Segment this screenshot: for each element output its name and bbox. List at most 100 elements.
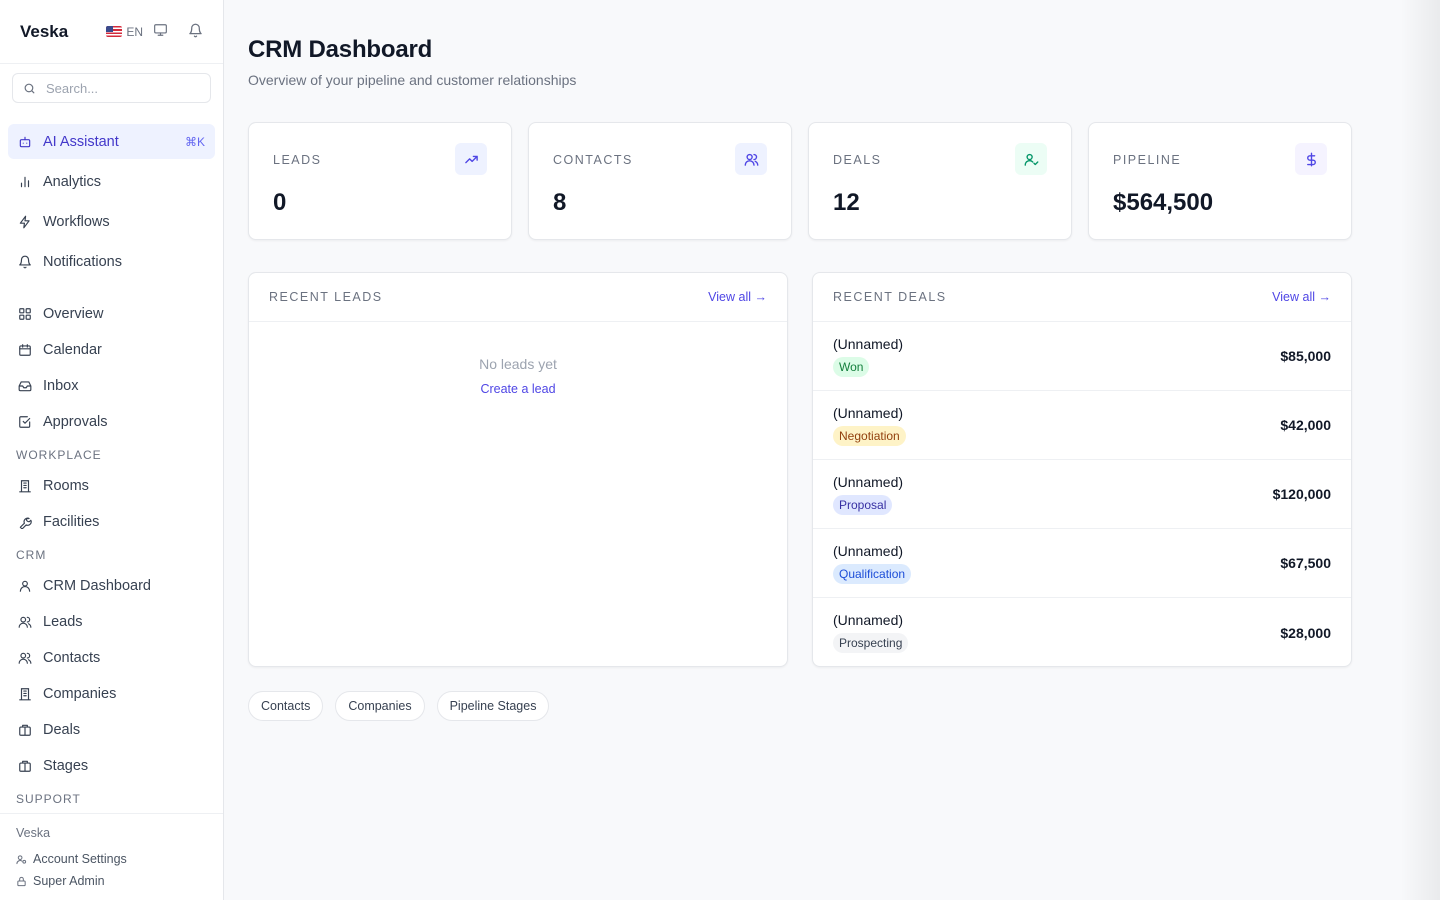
stat-card-leads[interactable]: LEADS 0: [248, 122, 512, 240]
view-all-leads-link[interactable]: View all →: [708, 290, 767, 304]
sidebar-item-workflows[interactable]: Workflows: [8, 204, 215, 239]
sidebar-item-label: Analytics: [43, 173, 102, 190]
bar-chart-icon: [20, 176, 30, 187]
search-input[interactable]: Search...: [12, 73, 211, 103]
stat-card-contacts[interactable]: CONTACTS 8: [528, 122, 792, 240]
sidebar-header: Veska EN: [0, 0, 223, 64]
deal-name: (Unnamed): [833, 612, 904, 628]
sidebar-item-label: Facilities: [43, 514, 100, 530]
stat-card-deals[interactable]: DEALS 12: [808, 122, 1072, 240]
sidebar-item-label: Leads: [43, 614, 83, 630]
view-all-deals-link[interactable]: View all →: [1272, 290, 1331, 304]
stage-badge: Qualification: [833, 563, 912, 584]
zap-icon: [19, 215, 30, 228]
sidebar-item-label: Notifications: [43, 253, 122, 270]
sidebar-item-facilities[interactable]: Facilities: [8, 504, 215, 540]
user-check-icon: [1015, 143, 1047, 175]
section-label-workplace: WORKPLACE: [16, 448, 102, 462]
deal-amount: $120,000: [1272, 486, 1331, 502]
panel-title: RECENT LEADS: [269, 290, 383, 304]
stat-value: 8: [553, 189, 567, 216]
sidebar-item-notifications[interactable]: Notifications: [8, 244, 215, 279]
users-icon: [735, 143, 767, 175]
stat-value: 12: [833, 189, 860, 216]
panel-header: RECENT DEALS View all →: [813, 273, 1351, 322]
sidebar-item-label: Deals: [43, 722, 81, 738]
create-lead-link[interactable]: Create a lead: [249, 382, 787, 396]
quick-links: Contacts Companies Pipeline Stages: [248, 691, 1352, 721]
bell-icon[interactable]: [188, 23, 203, 41]
sidebar-item-overview[interactable]: Overview: [8, 296, 215, 332]
app-logo[interactable]: Veska: [20, 22, 68, 42]
stat-card-pipeline[interactable]: PIPELINE $564,500: [1088, 122, 1352, 240]
deal-name: (Unnamed): [833, 473, 904, 490]
recent-deals-panel: RECENT DEALS View all → (Unnamed) Won $8…: [812, 272, 1352, 667]
users-icon: [18, 652, 32, 664]
sidebar-item-label: Overview: [43, 306, 104, 322]
sidebar-item-leads[interactable]: Leads: [8, 604, 215, 640]
sidebar-item-label: Stages: [43, 758, 89, 774]
shortcut-hint: ⌘K: [184, 134, 205, 149]
sidebar-item-analytics[interactable]: Analytics: [8, 164, 215, 199]
deal-name: (Unnamed): [833, 335, 904, 352]
check-square-icon: [19, 416, 31, 428]
calendar-icon: [19, 344, 31, 356]
sidebar-item-contacts[interactable]: Contacts: [8, 640, 215, 676]
panels-row: RECENT LEADS View all → No leads yet Cre…: [248, 272, 1352, 667]
monitor-icon[interactable]: [153, 23, 168, 40]
deal-amount: $67,500: [1280, 555, 1331, 571]
briefcase-icon: [19, 760, 31, 772]
sidebar-item-companies[interactable]: Companies: [8, 676, 215, 712]
user-icon: [19, 580, 31, 592]
panel-title: RECENT DEALS: [833, 290, 947, 304]
sidebar-item-deals[interactable]: Deals: [8, 712, 215, 748]
section-label-support: SUPPORT: [16, 792, 81, 806]
sidebar-item-label: Rooms: [43, 478, 89, 494]
deal-amount: $28,000: [1280, 624, 1331, 641]
sidebar-nav: AI Assistant ⌘K Analytics Workflows Noti…: [0, 116, 223, 813]
inbox-icon: [18, 381, 32, 392]
sidebar-item-label: CRM Dashboard: [43, 578, 151, 594]
us-flag-icon: [106, 26, 123, 37]
account-settings-label: Account Settings: [33, 852, 127, 866]
sidebar-item-ai-assistant[interactable]: AI Assistant ⌘K: [8, 124, 215, 159]
stage-badge: Won: [833, 356, 870, 377]
sidebar-item-calendar[interactable]: Calendar: [8, 332, 215, 368]
deal-row[interactable]: (Unnamed) Won $85,000: [813, 322, 1351, 391]
search-icon: [24, 83, 35, 93]
sidebar: Veska EN Search... AI Assistant ⌘K Analy…: [0, 0, 224, 900]
sidebar-footer: Veska Account Settings Super Admin: [0, 813, 223, 900]
trending-up-icon: [455, 143, 487, 175]
deal-row[interactable]: (Unnamed) Prospecting $28,000: [813, 598, 1351, 666]
quick-link-companies[interactable]: Companies: [335, 691, 425, 721]
sidebar-item-label: Companies: [43, 686, 117, 702]
sidebar-item-label: AI Assistant: [43, 133, 119, 150]
sidebar-item-approvals[interactable]: Approvals: [8, 404, 215, 440]
quick-link-pipeline-stages[interactable]: Pipeline Stages: [436, 691, 550, 721]
deal-name: (Unnamed): [833, 542, 904, 559]
briefcase-icon: [19, 724, 31, 736]
user-role: Super Admin: [16, 870, 207, 892]
deal-row[interactable]: (Unnamed) Negotiation $42,000: [813, 391, 1351, 460]
empty-state-text: No leads yet: [479, 356, 557, 372]
org-name: Veska: [16, 826, 51, 840]
users-icon: [18, 616, 32, 628]
sidebar-item-crm-dashboard[interactable]: CRM Dashboard: [8, 568, 215, 604]
bot-icon: [19, 136, 31, 147]
sidebar-item-rooms[interactable]: Rooms: [8, 468, 215, 504]
quick-link-contacts[interactable]: Contacts: [248, 691, 324, 721]
language-label: EN: [126, 24, 143, 39]
grid-icon: [19, 308, 31, 320]
deal-row[interactable]: (Unnamed) Proposal $120,000: [813, 460, 1351, 529]
main-content: CRM Dashboard Overview of your pipeline …: [248, 0, 1352, 721]
language-switcher[interactable]: EN: [106, 25, 143, 39]
bell-icon: [19, 255, 31, 268]
sidebar-item-inbox[interactable]: Inbox: [8, 368, 215, 404]
dollar-icon: [1295, 143, 1327, 175]
account-settings-link[interactable]: Account Settings: [16, 848, 207, 870]
sidebar-item-stages[interactable]: Stages: [8, 748, 215, 784]
stat-value: $564,500: [1113, 189, 1214, 216]
sidebar-item-label: Approvals: [43, 414, 108, 430]
deal-amount: $42,000: [1280, 417, 1331, 433]
deal-row[interactable]: (Unnamed) Qualification $67,500: [813, 529, 1351, 598]
